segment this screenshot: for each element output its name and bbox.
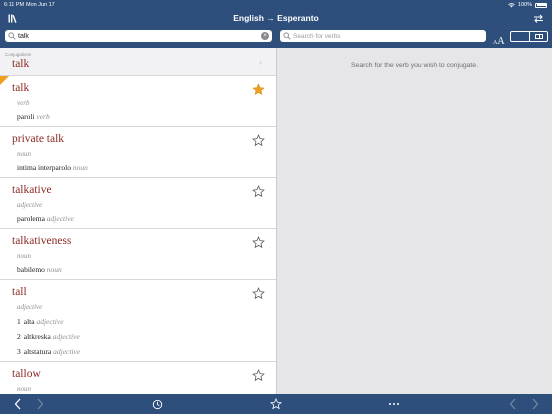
translation-text: paroli [17,112,35,121]
translation-text: parolema [17,214,45,223]
history-button[interactable] [150,397,164,411]
font-size-large-glyph: A [497,36,505,47]
split-pane-icon [534,34,543,39]
results-list[interactable]: Conjugations talk › talk verb paroli ver… [0,48,276,394]
entry-headword: tall [12,286,27,298]
entry-talkativeness[interactable]: talkativeness noun babilemo noun [0,229,276,280]
entry-pos: noun [17,252,31,260]
forward-button[interactable] [33,397,47,411]
favorites-button[interactable] [269,397,283,411]
chevron-right-icon: › [259,57,262,67]
entry-translation: paroli verb [17,112,50,121]
entry-translation: 3 altstatura adjective [17,347,80,356]
translation-text: altstatura [23,347,52,356]
conjugation-forward-button[interactable] [528,397,542,411]
conjugations-row[interactable]: Conjugations talk › [0,48,276,76]
word-search-bar[interactable]: × [5,30,272,42]
bottom-toolbar [0,394,552,414]
clear-search-icon[interactable]: × [261,32,269,40]
bookmark-badge-icon [0,76,9,85]
single-pane-icon [516,34,524,39]
conjugation-pane: Search for the verb you wish to conjugat… [277,48,552,394]
translation-pos: noun [72,163,88,172]
conjugation-back-button[interactable] [506,397,520,411]
entry-pos: adjective [17,201,43,209]
entry-headword: talkative [12,184,52,196]
translation-pos: adjective [46,214,74,223]
search-icon [8,32,16,40]
star-outline-icon[interactable] [252,287,265,300]
translation-text: babilemo [17,265,45,274]
verb-search-bar[interactable] [280,30,486,42]
star-outline-icon[interactable] [252,134,265,147]
entry-translation: parolema adjective [17,214,74,223]
chevron-right-icon [532,398,539,410]
translation-number: 1 [17,317,21,326]
chevron-left-icon [509,398,516,410]
translation-text: altkreska [23,332,51,341]
split-pane-button[interactable] [528,32,548,41]
single-pane-button[interactable] [511,32,529,41]
translation-pos: adjective [36,317,64,326]
status-bar: 6:11 PM Mon Jun 17 100% [0,0,552,10]
conjugations-word: talk [12,58,30,70]
wifi-icon [508,2,515,7]
star-outline-icon[interactable] [252,236,265,249]
nav-title: English → Esperanto [233,13,319,23]
battery-percent: 100% [517,2,532,8]
entry-translation: 1 alta adjective [17,317,64,326]
swap-languages-icon[interactable] [533,14,544,23]
star-outline-icon [270,398,282,410]
back-button[interactable] [11,397,25,411]
entry-pos: noun [17,150,31,158]
entry-private-talk[interactable]: private talk noun intima interparolo nou… [0,127,276,178]
translation-text: alta [23,317,35,326]
top-bar: 6:11 PM Mon Jun 17 100% English → Espera… [0,0,552,48]
verb-search-input[interactable] [293,31,481,41]
status-time: 6:11 PM [4,2,25,8]
status-right: 100% [508,2,547,8]
entry-headword: private talk [12,133,65,145]
translation-number: 2 [17,332,21,341]
entry-headword: talkativeness [12,235,72,247]
entry-talk[interactable]: talk verb paroli verb [0,76,276,127]
translation-pos: adjective [52,332,80,341]
chevron-left-icon [14,398,21,410]
font-size-icon[interactable]: AA [493,31,505,49]
entry-headword: talk [12,82,30,94]
entry-translation: intima interparolo noun [17,163,88,172]
entry-headword: tallow [12,368,41,380]
battery-icon [535,2,547,8]
chevron-right-icon [37,398,44,410]
translation-pos: adjective [53,347,81,356]
star-outline-icon[interactable] [252,185,265,198]
entry-talkative[interactable]: talkative adjective parolema adjective [0,178,276,229]
conjugations-label: Conjugations [5,52,32,57]
entry-tall[interactable]: tall adjective 1 alta adjective 2 altkresk… [0,280,276,362]
translation-pos: noun [46,265,62,274]
word-search-input[interactable] [18,31,258,41]
entry-pos: noun [17,385,31,393]
conjugation-hint: Search for the verb you wish to conjugat… [351,62,478,69]
entry-translation: babilemo noun [17,265,62,274]
star-outline-icon[interactable] [252,369,265,382]
translation-pos: verb [36,112,50,121]
search-icon [283,32,291,40]
entry-pos: adjective [17,303,43,311]
more-button[interactable] [387,397,401,411]
ellipsis-icon [389,403,399,405]
entry-translation: 2 altkreska adjective [17,332,80,341]
translation-text: intima interparolo [17,163,71,172]
translation-number: 3 [17,347,21,356]
clock-icon [152,399,162,409]
star-filled-icon[interactable] [252,83,265,96]
status-date: Mon Jun 17 [26,2,55,8]
view-mode-toggle[interactable] [510,31,548,42]
entry-tallow[interactable]: tallow noun [0,362,276,394]
entry-pos: verb [17,99,30,107]
